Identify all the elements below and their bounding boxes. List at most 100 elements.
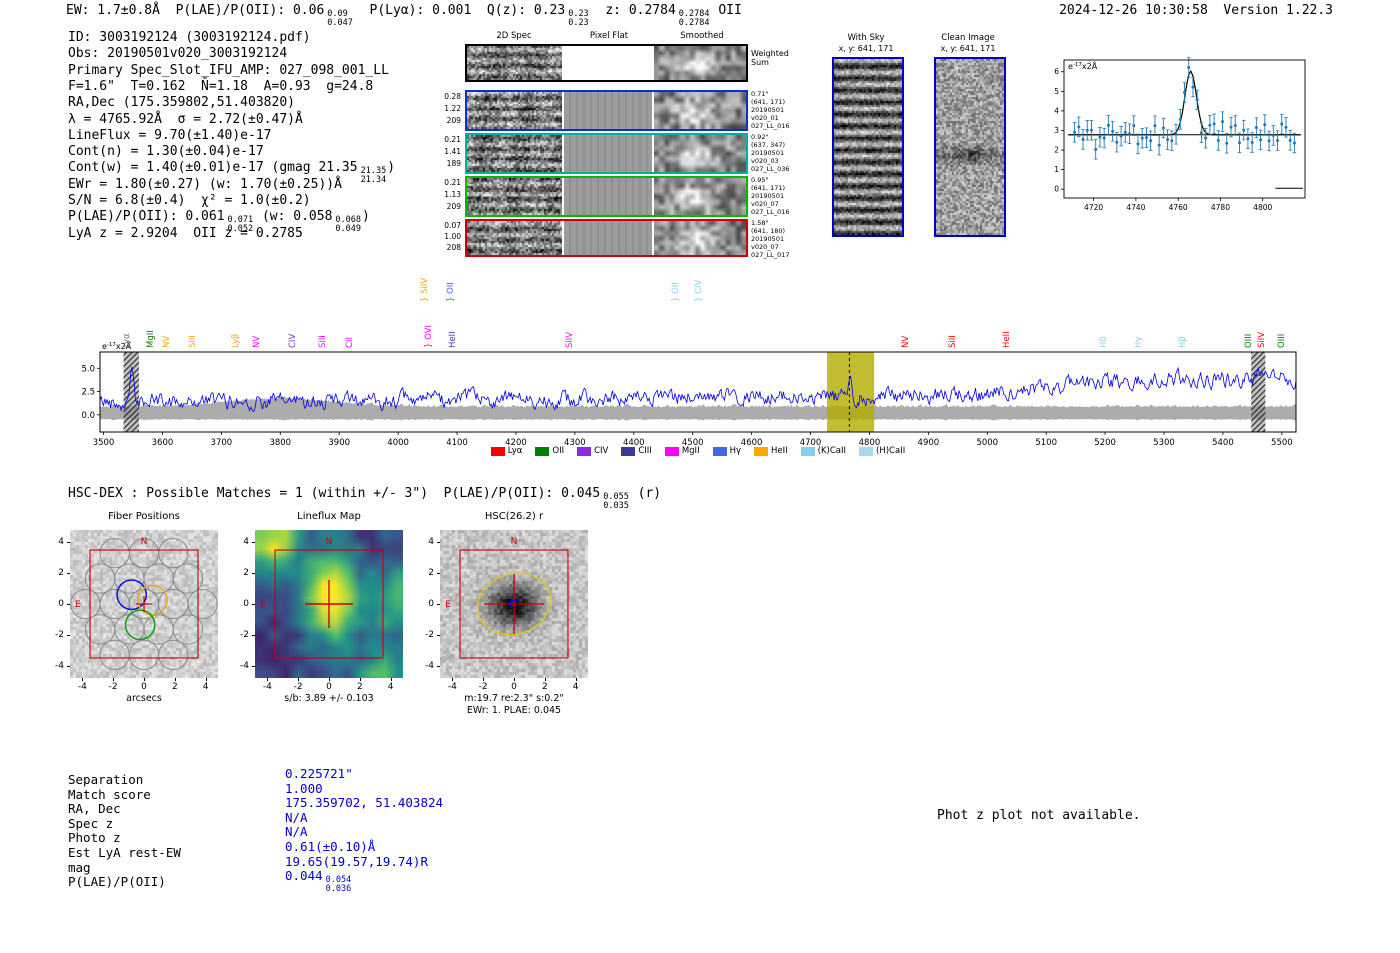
- y-tick: [437, 665, 440, 667]
- data-point: [1128, 132, 1132, 136]
- info-line: Primary Spec_Slot_IFU_AMP: 027_098_001_L…: [68, 62, 389, 78]
- x-tick-label: 2: [356, 682, 363, 692]
- emission-line-label: Hγ: [1134, 336, 1145, 348]
- data-point: [1178, 117, 1182, 121]
- match-row-value: 175.359702, 51.403824: [285, 795, 444, 811]
- match-row-label: RA, Dec: [68, 801, 121, 817]
- y-tick-label: -4: [425, 660, 434, 671]
- pixel-flat-image: [564, 221, 652, 255]
- legend-item: (K)CaII: [800, 446, 846, 456]
- spec2d-row-stats: 0.07 1.00 208: [444, 221, 461, 252]
- legend-item: MgII: [664, 446, 700, 456]
- legend-item: CIV: [577, 446, 608, 456]
- emission-line-label: NV: [900, 335, 911, 348]
- y-tick-label: 2: [58, 568, 64, 579]
- data-point: [1233, 124, 1237, 128]
- data-point: [1094, 147, 1098, 151]
- data-point: [1136, 142, 1140, 146]
- x-tick-label: 0: [141, 682, 147, 692]
- cutout-xlabel: arcsecs: [126, 693, 162, 704]
- with-sky-title: With Sky: [847, 33, 885, 43]
- svg-text:0.0: 0.0: [81, 411, 95, 421]
- data-point: [1187, 65, 1191, 69]
- x-tick-label: -4: [262, 682, 272, 692]
- emission-line-label: } SiIV: [420, 277, 431, 302]
- svg-text:6: 6: [1054, 67, 1059, 76]
- clean-image: [934, 57, 1006, 237]
- fiber-circle: [187, 588, 218, 620]
- emission-line-label: NV: [251, 335, 262, 348]
- legend-label: OII: [552, 446, 565, 456]
- match-row-value: 1.000: [285, 780, 323, 796]
- spec2d-row: [465, 133, 748, 174]
- spec2d-row: [465, 90, 748, 131]
- legend-item: (H)CaII: [859, 446, 905, 456]
- x-tick-label: -4: [447, 682, 457, 692]
- spec2d-row-meta: 0.92" (637, 347) 20190501 v020_03 027_LL_036: [751, 133, 790, 173]
- x-tick-label: 2: [541, 682, 548, 692]
- y-tick: [252, 634, 255, 636]
- x-tick-label: -2: [478, 682, 488, 692]
- spec2d-row-meta: 0.95" (641, 171) 20190501 v020_07 027_LL_016: [751, 176, 790, 216]
- x-tick: [483, 678, 485, 681]
- fiber-circle: [143, 563, 174, 594]
- spec2d-row: [465, 44, 748, 82]
- y-tick-label: 4: [428, 537, 434, 548]
- x-tick-label: -4: [77, 682, 87, 692]
- data-point: [1149, 139, 1153, 143]
- svg-text:4: 4: [1054, 106, 1059, 115]
- x-tick-label: 4: [202, 682, 209, 692]
- data-point: [1216, 138, 1220, 142]
- hatch-band: [123, 352, 139, 432]
- spec2d-col-header: 2D Spec: [496, 31, 532, 41]
- legend-swatch: [859, 446, 874, 456]
- y-tick: [437, 573, 440, 575]
- x-tick: [174, 678, 176, 681]
- x-tick-label: 0: [326, 682, 332, 692]
- pixel-flat-image: [564, 135, 652, 172]
- fiber-circle: [158, 588, 189, 620]
- y-tick-label: -4: [55, 660, 64, 671]
- photz-note: Phot z plot not available.: [937, 808, 1141, 823]
- svg-text:4760: 4760: [1169, 203, 1188, 212]
- x-tick: [329, 678, 330, 681]
- y-tick: [67, 542, 70, 544]
- spec2d-row-meta: 0.71" (641, 171) 20190501 v020_01 027_LL_016: [751, 90, 790, 130]
- svg-text:2.5: 2.5: [81, 388, 95, 398]
- info-line: RA,Dec (175.359802,51.403820): [68, 95, 295, 111]
- data-point: [1183, 91, 1186, 95]
- fiber-circle: [143, 614, 174, 645]
- match-row-value: 19.65(19.57,19.74)R: [285, 853, 428, 869]
- x-tick-label: 4: [387, 682, 394, 692]
- hsc-dex-header: HSC-DEX : Possible Matches = 1 (within +…: [68, 486, 662, 511]
- emission-line-label: SiIV: [565, 331, 576, 348]
- full-spectrum-svg: 3500 3600 3700 3800 3900 4000 4100 4200 4300 4400…: [81, 340, 1297, 448]
- report-header-left: EW: 1.7±0.8Å P(LAE)/P(OII): 0.06 0.09 0.04…: [66, 3, 742, 28]
- compass-north: N: [326, 537, 333, 547]
- cutout-overlay: NE: [440, 530, 588, 682]
- spec2d-row: [465, 219, 748, 257]
- data-point: [1250, 141, 1254, 145]
- y-tick-label: -2: [240, 629, 249, 640]
- fiber-circle: [158, 537, 189, 569]
- info-line: LyA z = 2.9204 OII z = 0.2785: [68, 225, 303, 241]
- axis-units-annotation: e-17x2Å: [1068, 60, 1098, 71]
- info-line: F=1.6" T=0.162 N̄=1.18 A=0.93 g=24.8: [68, 78, 374, 94]
- svg-text:0: 0: [1054, 185, 1059, 194]
- emission-line-label: } OII: [446, 282, 457, 302]
- emission-line-label: CII: [344, 337, 355, 348]
- data-point: [1161, 126, 1165, 130]
- data-point: [1106, 123, 1110, 127]
- with-sky-coords: x, y: 641, 171: [838, 44, 894, 53]
- data-point: [1132, 124, 1136, 128]
- emission-line-label: SiIV: [1256, 331, 1267, 348]
- highlight-band: [827, 352, 875, 432]
- compass-east: E: [445, 600, 451, 610]
- emission-line-label: Hδ: [1098, 336, 1109, 348]
- compass-north: N: [511, 537, 518, 547]
- data-point: [1199, 131, 1203, 135]
- x-tick: [267, 678, 269, 681]
- elixer-report: 2024-12-26 10:30:58 Version 1.22.3 Phot …: [0, 0, 1400, 953]
- x-tick-label: -2: [293, 682, 303, 692]
- cutout-caption: m:19.7 re:2.3" s:0.2": [464, 693, 564, 704]
